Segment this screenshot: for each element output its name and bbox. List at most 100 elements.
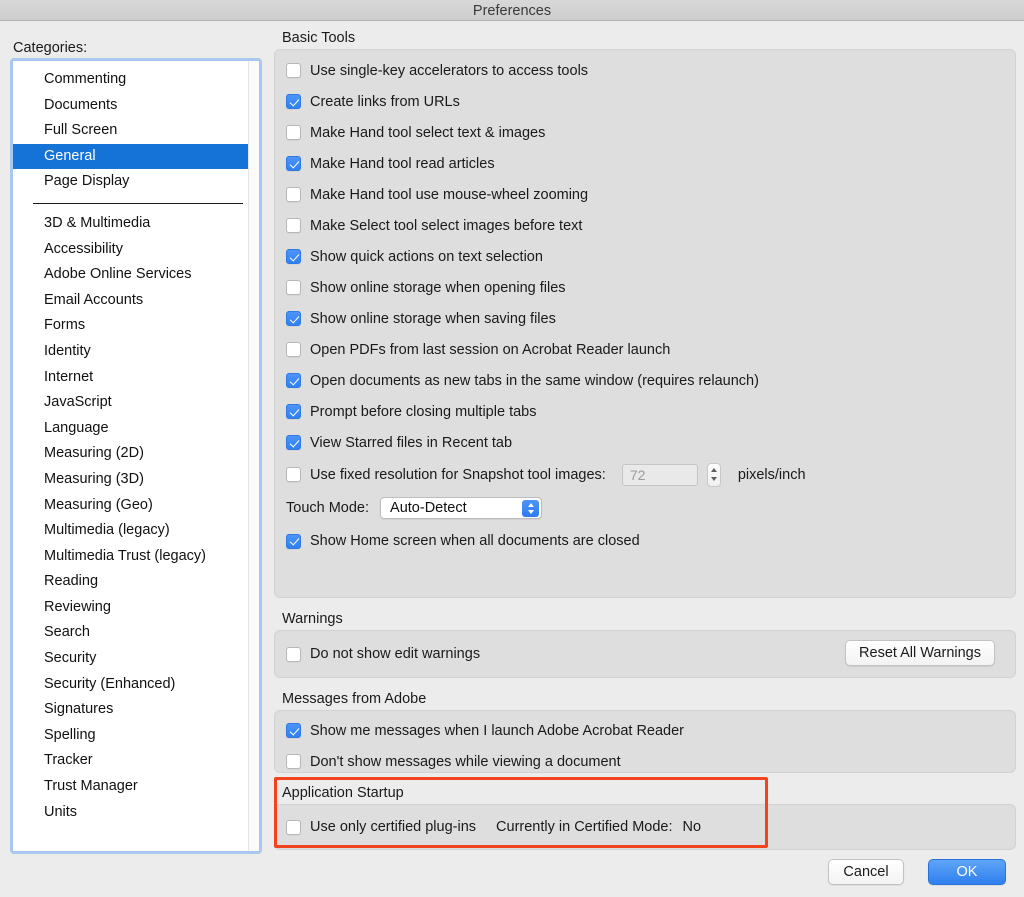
checkbox-label: Open documents as new tabs in the same w…: [310, 373, 759, 389]
checkbox-label: Make Select tool select images before te…: [310, 218, 582, 234]
window-title: Preferences: [0, 3, 1024, 19]
checkbox-row: Show me messages when I launch Adobe Acr…: [275, 715, 1015, 746]
reset-all-warnings-button[interactable]: Reset All Warnings: [845, 640, 995, 666]
category-item-measuring-3d[interactable]: Measuring (3D): [13, 467, 259, 493]
category-item-javascript[interactable]: JavaScript: [13, 390, 259, 416]
checkbox-label: Show online storage when opening files: [310, 280, 566, 296]
checkbox-make-hand-tool-select-text-images[interactable]: [286, 125, 301, 140]
checkbox-label: Show online storage when saving files: [310, 311, 556, 327]
checkbox-show-quick-actions-on-text-selection[interactable]: [286, 249, 301, 264]
checkbox-label: Don't show messages while viewing a docu…: [310, 754, 621, 770]
category-item-reviewing[interactable]: Reviewing: [13, 595, 259, 621]
category-item-security[interactable]: Security: [13, 646, 259, 672]
checkbox-label: Make Hand tool read articles: [310, 156, 495, 172]
category-item-language[interactable]: Language: [13, 416, 259, 442]
snapshot-resolution-checkbox[interactable]: [286, 467, 301, 482]
category-item-accessibility[interactable]: Accessibility: [13, 237, 259, 263]
home-screen-checkbox[interactable]: [286, 534, 301, 549]
checkbox-label: Show me messages when I launch Adobe Acr…: [310, 723, 684, 739]
checkbox-row: Show online storage when saving files: [275, 303, 1015, 334]
category-item-email-accounts[interactable]: Email Accounts: [13, 288, 259, 314]
snapshot-resolution-input[interactable]: 72: [622, 464, 698, 486]
warnings-title: Warnings: [282, 611, 1015, 627]
checkbox-show-online-storage-when-saving-files[interactable]: [286, 311, 301, 326]
touch-mode-select[interactable]: Auto-Detect: [380, 497, 542, 519]
certified-mode-status-value: No: [683, 819, 702, 835]
checkbox-make-hand-tool-use-mouse-wheel-zooming[interactable]: [286, 187, 301, 202]
certified-mode-status-label: Currently in Certified Mode:: [496, 819, 673, 835]
messages-checkbox-list: Show me messages when I launch Adobe Acr…: [275, 715, 1015, 777]
category-item-measuring-2d[interactable]: Measuring (2D): [13, 441, 259, 467]
category-separator: [33, 203, 243, 204]
checkbox-row: Make Hand tool select text & images: [275, 117, 1015, 148]
category-item-security-enhanced[interactable]: Security (Enhanced): [13, 672, 259, 698]
category-item-3d-multimedia[interactable]: 3D & Multimedia: [13, 211, 259, 237]
category-secondary-group: 3D & MultimediaAccessibilityAdobe Online…: [13, 211, 259, 825]
category-item-search[interactable]: Search: [13, 620, 259, 646]
category-item-tracker[interactable]: Tracker: [13, 748, 259, 774]
checkbox-view-starred-files-in-recent-tab[interactable]: [286, 435, 301, 450]
checkbox-show-online-storage-when-opening-files[interactable]: [286, 280, 301, 295]
checkbox-row: Create links from URLs: [275, 86, 1015, 117]
checkbox-label: Use single-key accelerators to access to…: [310, 63, 588, 79]
checkbox-row: View Starred files in Recent tab: [275, 427, 1015, 458]
checkbox-label: Prompt before closing multiple tabs: [310, 404, 536, 420]
checkbox-row: Open PDFs from last session on Acrobat R…: [275, 334, 1015, 365]
window-titlebar: Preferences: [0, 0, 1024, 21]
checkbox-make-hand-tool-read-articles[interactable]: [286, 156, 301, 171]
warnings-group: Do not show edit warnings Reset All Warn…: [275, 631, 1015, 677]
certified-plugins-row: Use only certified plug-ins Currently in…: [275, 805, 1015, 849]
checkbox-make-select-tool-select-images-before-te[interactable]: [286, 218, 301, 233]
category-item-measuring-geo[interactable]: Measuring (Geo): [13, 493, 259, 519]
checkbox-label: Make Hand tool use mouse-wheel zooming: [310, 187, 588, 203]
category-item-forms[interactable]: Forms: [13, 313, 259, 339]
touch-mode-value: Auto-Detect: [381, 500, 467, 516]
basic-tools-group: Use single-key accelerators to access to…: [275, 50, 1015, 597]
category-item-spelling[interactable]: Spelling: [13, 723, 259, 749]
application-startup-group: Use only certified plug-ins Currently in…: [275, 805, 1015, 849]
category-item-trust-manager[interactable]: Trust Manager: [13, 774, 259, 800]
checkbox-open-documents-as-new-tabs-in-the-same-w[interactable]: [286, 373, 301, 388]
category-primary-group: CommentingDocumentsFull ScreenGeneralPag…: [13, 67, 259, 195]
checkbox-row: Don't show messages while viewing a docu…: [275, 746, 1015, 777]
category-item-adobe-online-services[interactable]: Adobe Online Services: [13, 262, 259, 288]
category-item-signatures[interactable]: Signatures: [13, 697, 259, 723]
checkbox-label: Create links from URLs: [310, 94, 460, 110]
category-item-page-display[interactable]: Page Display: [13, 169, 259, 195]
checkbox-use-single-key-accelerators-to-access-to[interactable]: [286, 63, 301, 78]
category-item-general[interactable]: General: [13, 144, 259, 170]
snapshot-resolution-label: Use fixed resolution for Snapshot tool i…: [310, 467, 606, 483]
category-item-documents[interactable]: Documents: [13, 93, 259, 119]
checkbox-show-me-messages-when-i-launch-adobe-acr[interactable]: [286, 723, 301, 738]
checkbox-row: Open documents as new tabs in the same w…: [275, 365, 1015, 396]
checkbox-row: Make Select tool select images before te…: [275, 210, 1015, 241]
cancel-button[interactable]: Cancel: [828, 859, 904, 885]
checkbox-create-links-from-urls[interactable]: [286, 94, 301, 109]
checkbox-don-t-show-messages-while-viewing-a-docu[interactable]: [286, 754, 301, 769]
checkbox-label: Show quick actions on text selection: [310, 249, 543, 265]
category-item-multimedia-trust-legacy[interactable]: Multimedia Trust (legacy): [13, 544, 259, 570]
category-list-scrollbar[interactable]: [248, 61, 259, 851]
chevron-up-down-icon: [522, 500, 539, 517]
category-item-reading[interactable]: Reading: [13, 569, 259, 595]
category-listbox[interactable]: CommentingDocumentsFull ScreenGeneralPag…: [10, 58, 262, 854]
checkbox-prompt-before-closing-multiple-tabs[interactable]: [286, 404, 301, 419]
messages-title: Messages from Adobe: [282, 691, 1015, 707]
edit-warnings-checkbox[interactable]: [286, 647, 301, 662]
category-item-units[interactable]: Units: [13, 800, 259, 826]
category-item-identity[interactable]: Identity: [13, 339, 259, 365]
checkbox-row: Prompt before closing multiple tabs: [275, 396, 1015, 427]
snapshot-resolution-stepper[interactable]: [707, 463, 721, 487]
preferences-content-pane: Basic Tools Use single-key accelerators …: [275, 30, 1015, 890]
category-list-scroll-area[interactable]: CommentingDocumentsFull ScreenGeneralPag…: [13, 61, 259, 851]
category-item-commenting[interactable]: Commenting: [13, 67, 259, 93]
checkbox-open-pdfs-from-last-session-on-acrobat-r[interactable]: [286, 342, 301, 357]
checkbox-row: Use single-key accelerators to access to…: [275, 55, 1015, 86]
checkbox-row: Show quick actions on text selection: [275, 241, 1015, 272]
certified-plugins-checkbox[interactable]: [286, 820, 301, 835]
category-item-multimedia-legacy[interactable]: Multimedia (legacy): [13, 518, 259, 544]
category-item-full-screen[interactable]: Full Screen: [13, 118, 259, 144]
ok-button[interactable]: OK: [928, 859, 1006, 885]
checkbox-label: Make Hand tool select text & images: [310, 125, 545, 141]
category-item-internet[interactable]: Internet: [13, 365, 259, 391]
